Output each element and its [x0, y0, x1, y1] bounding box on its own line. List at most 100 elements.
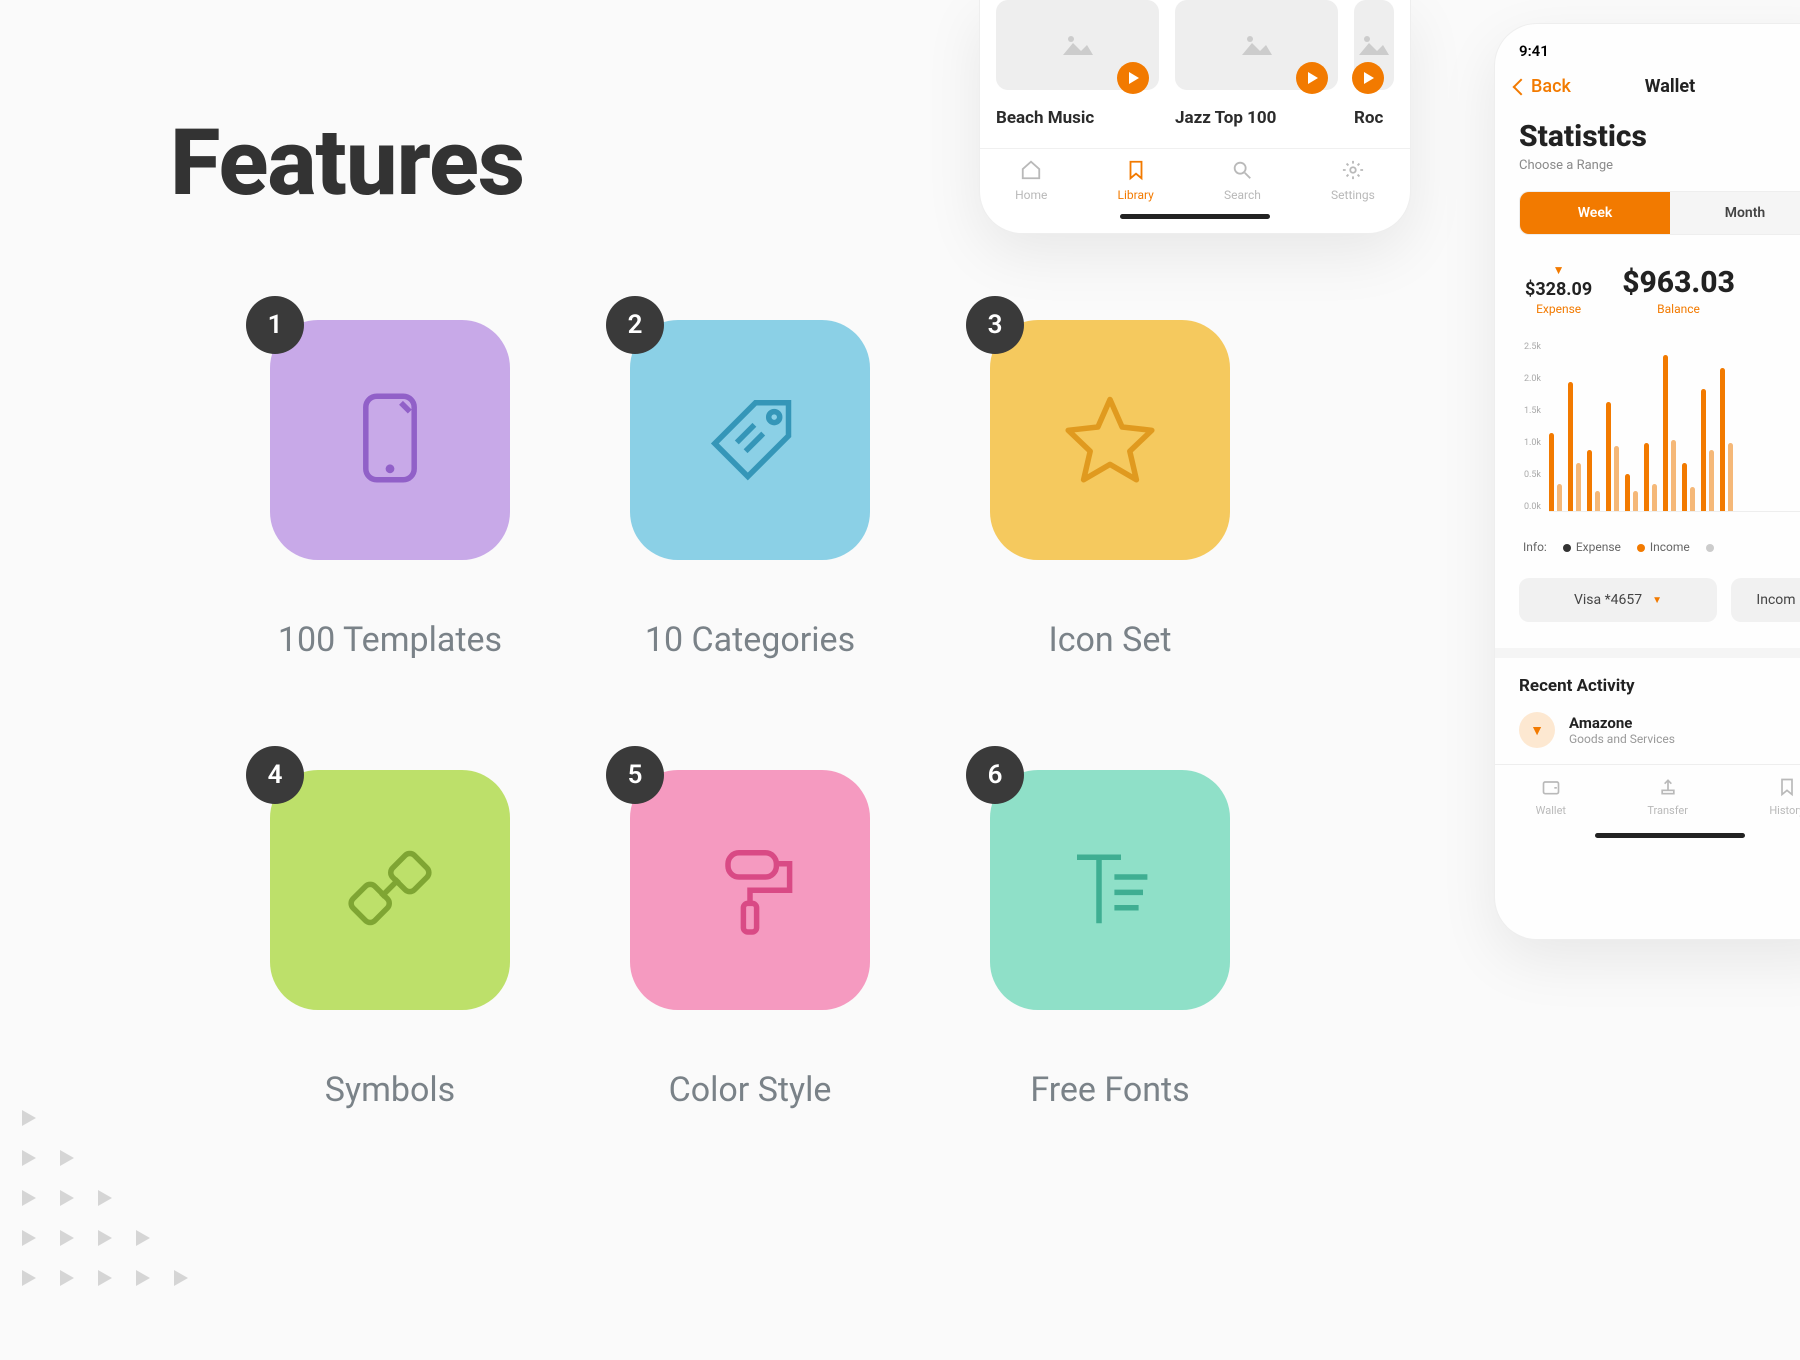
feature-tile: 5 [630, 770, 870, 1010]
tab-settings[interactable]: Settings [1331, 159, 1375, 202]
features-grid: 1 100 Templates 2 10 Categories 3 Icon S… [220, 320, 1280, 1200]
tab-label: Settings [1331, 188, 1375, 202]
link-icon [335, 833, 445, 947]
activity-subtitle: Goods and Services [1569, 732, 1675, 746]
bar-group [1606, 402, 1619, 511]
image-placeholder-icon [1061, 31, 1095, 59]
feature-label: Color Style [669, 1070, 832, 1110]
stats-heading: Statistics [1495, 119, 1800, 154]
card-select[interactable]: Visa *4657▼ [1519, 578, 1717, 622]
roller-icon [695, 833, 805, 947]
divider [1495, 648, 1800, 658]
type-select[interactable]: Incom [1731, 578, 1800, 622]
decoration-triangles [10, 1100, 230, 1300]
star-icon [1055, 383, 1165, 497]
album-art [1354, 0, 1394, 90]
status-time: 9:41 [1495, 42, 1800, 70]
segment-week[interactable]: Week [1520, 192, 1670, 234]
play-button[interactable] [1352, 62, 1384, 94]
bar-group [1568, 382, 1581, 511]
feature-badge: 4 [246, 746, 304, 804]
home-indicator [1595, 833, 1745, 838]
bar-group [1587, 450, 1600, 511]
tab-history[interactable]: History [1769, 777, 1800, 817]
expense-label: Expense [1525, 302, 1592, 316]
tab-label: Library [1118, 188, 1154, 202]
balance-label: Balance [1622, 302, 1735, 316]
album-art [996, 0, 1159, 90]
image-placeholder-icon [1357, 31, 1391, 59]
image-placeholder-icon [1240, 31, 1274, 59]
album-card[interactable]: Roc [1354, 0, 1394, 128]
bar-group [1663, 355, 1676, 511]
feature-tile: 1 [270, 320, 510, 560]
tab-wallet[interactable]: Wallet [1536, 777, 1566, 817]
bar-group [1625, 474, 1638, 511]
bar-group [1682, 463, 1695, 511]
range-segment: WeekMonth [1519, 191, 1800, 235]
bar-group [1644, 443, 1657, 511]
phone-mockup-wallet: 9:41 Back Wallet Statistics Choose a Ran… [1495, 24, 1800, 939]
feature-item: 5 Color Style [580, 770, 920, 1200]
tab-search[interactable]: Search [1224, 159, 1261, 202]
tab-transfer[interactable]: Transfer [1647, 777, 1688, 817]
feature-tile: 4 [270, 770, 510, 1010]
tab-library[interactable]: Library [1118, 159, 1154, 202]
bar-group [1701, 389, 1714, 511]
feature-label: Icon Set [1049, 620, 1172, 660]
tab-label: Search [1224, 188, 1261, 202]
play-button[interactable] [1117, 62, 1149, 94]
wallet-icon [1541, 777, 1561, 800]
feature-tile: 2 [630, 320, 870, 560]
legend-label: Info: [1523, 540, 1547, 554]
feature-badge: 1 [246, 296, 304, 354]
bar-group [1549, 433, 1562, 511]
legend-item: Expense [1576, 540, 1621, 554]
feature-label: Symbols [325, 1070, 455, 1110]
recent-activity-heading: Recent Activity [1495, 658, 1800, 708]
home-icon [1020, 159, 1042, 184]
search-icon [1231, 159, 1253, 184]
activity-row[interactable]: ▼ Amazone Goods and Services [1495, 708, 1800, 758]
balance-value: $963.03 [1622, 265, 1735, 300]
settings-icon [1342, 159, 1364, 184]
segment-month[interactable]: Month [1670, 192, 1800, 234]
text-icon [1055, 833, 1165, 947]
feature-tile: 6 [990, 770, 1230, 1010]
tag-icon [695, 383, 805, 497]
feature-badge: 3 [966, 296, 1024, 354]
feature-item: 2 10 Categories [580, 320, 920, 750]
tab-label: Home [1015, 188, 1047, 202]
album-title: Beach Music [996, 108, 1159, 128]
feature-item: 3 Icon Set [940, 320, 1280, 750]
feature-badge: 6 [966, 746, 1024, 804]
album-card[interactable]: Jazz Top 100 [1175, 0, 1338, 128]
home-indicator [1120, 214, 1270, 219]
play-button[interactable] [1296, 62, 1328, 94]
stats-subtitle: Choose a Range [1495, 154, 1800, 191]
legend-item: Income [1650, 540, 1690, 554]
stats-chart: 2.5k2.0k1.5k1.0k0.5k0.0k [1495, 332, 1800, 522]
feature-item: 1 100 Templates [220, 320, 560, 750]
feature-tile: 3 [990, 320, 1230, 560]
feature-badge: 2 [606, 296, 664, 354]
album-card[interactable]: Beach Music [996, 0, 1159, 128]
tab-home[interactable]: Home [1015, 159, 1047, 202]
activity-icon: ▼ [1519, 712, 1555, 748]
phone-icon [335, 383, 445, 497]
phone-mockup-music: Beach Music Jazz Top 100 Roc Home Library… [980, 0, 1410, 233]
back-button[interactable]: Back [1515, 76, 1571, 97]
tab-label: Transfer [1647, 804, 1688, 817]
expense-value: $328.09 [1525, 279, 1592, 300]
transfer-icon [1658, 777, 1678, 800]
marker-icon: ▼ [1525, 263, 1592, 277]
history-icon [1777, 777, 1797, 800]
bar-group [1720, 368, 1733, 511]
album-title: Roc [1354, 108, 1394, 128]
feature-item: 4 Symbols [220, 770, 560, 1200]
feature-label: 10 Categories [645, 620, 855, 660]
tab-label: History [1769, 804, 1800, 817]
album-title: Jazz Top 100 [1175, 108, 1338, 128]
library-icon [1125, 159, 1147, 184]
activity-name: Amazone [1569, 714, 1675, 732]
